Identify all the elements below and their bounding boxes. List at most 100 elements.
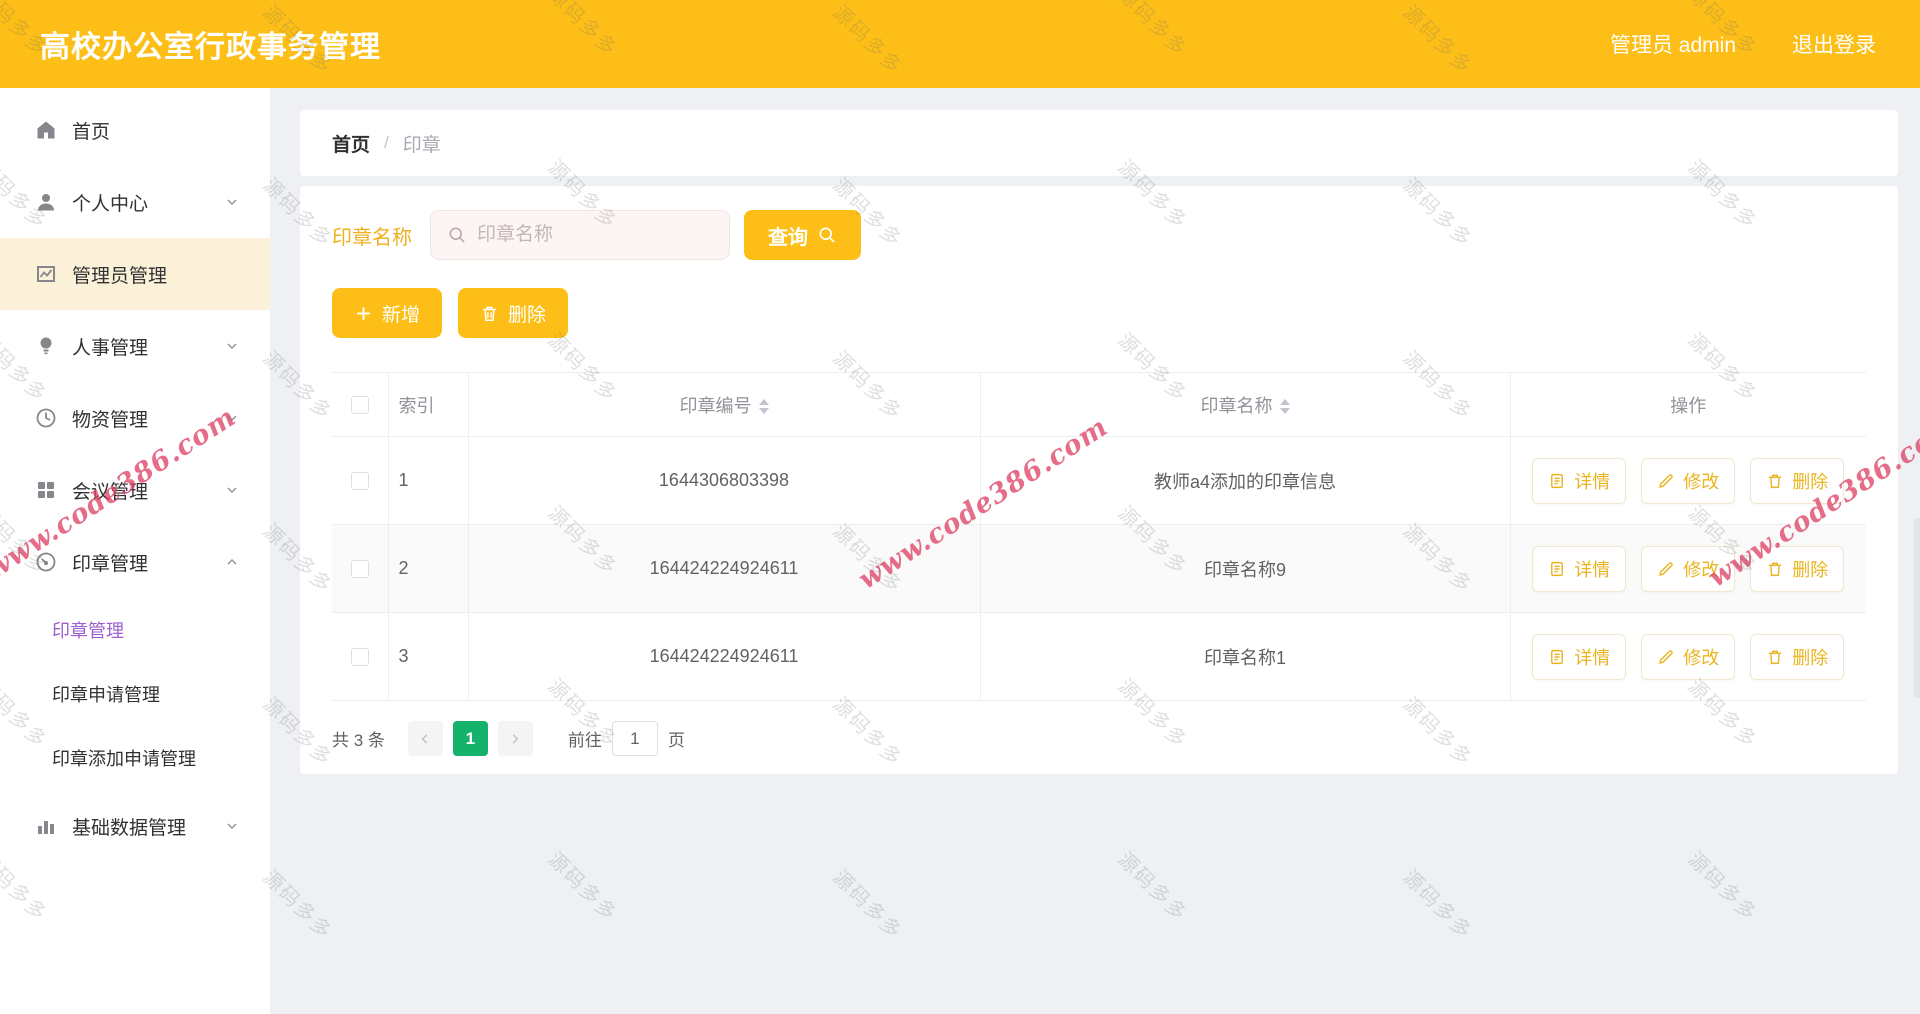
edit-button[interactable]: 修改: [1641, 545, 1736, 592]
goto-suffix-label: 页: [667, 731, 685, 750]
sidebar-item-seal-management[interactable]: 印章管理: [0, 526, 270, 598]
seal-name-search-box: [430, 210, 730, 260]
search-icon: [449, 227, 465, 243]
current-user-label: 管理员 admin: [1609, 34, 1736, 57]
clock-icon: [36, 408, 56, 428]
cell-operations: 详情 修改 删除: [1510, 436, 1866, 525]
prev-page-button[interactable]: [407, 721, 443, 756]
sidebar-item-personal-center[interactable]: 个人中心: [0, 166, 270, 238]
pagination: 共 3 条 1 前往 页: [332, 721, 1866, 756]
edit-button[interactable]: 修改: [1641, 457, 1736, 504]
goto-page-input[interactable]: [611, 721, 658, 756]
sidebar-item-meeting-management[interactable]: 会议管理: [0, 454, 270, 526]
document-icon: [1551, 649, 1564, 664]
sidebar-subitem-seal-apply-management[interactable]: 印章申请管理: [0, 662, 270, 726]
chevron-down-icon: [227, 199, 237, 206]
document-icon: [1551, 561, 1564, 576]
col-header-seal-name[interactable]: 印章名称: [980, 372, 1511, 437]
delete-button[interactable]: 删除: [458, 288, 569, 338]
sidebar-item-label: 首页: [72, 121, 111, 143]
query-button[interactable]: 查询: [744, 210, 861, 260]
cell-index: 1: [388, 436, 469, 525]
cell-seal-name: 印章名称9: [980, 524, 1511, 613]
scrollbar-thumb[interactable]: [1914, 518, 1920, 698]
sidebar-subitem-seal-management[interactable]: 印章管理: [0, 598, 270, 662]
user-icon: [38, 194, 54, 211]
pagination-total: 共 3 条: [332, 731, 385, 750]
trash-icon: [1769, 474, 1782, 488]
seal-table: 索引 印章编号 印章名称 操作 1 1644306803398 教师a4添加的印…: [332, 372, 1866, 701]
sidebar-item-basic-data-management[interactable]: 基础数据管理: [0, 790, 270, 862]
sidebar-item-admin-management[interactable]: 管理员管理: [0, 238, 270, 310]
delete-row-button[interactable]: 删除: [1750, 457, 1845, 504]
search-field-label: 印章名称: [332, 226, 412, 249]
seal-name-search-input[interactable]: [477, 224, 713, 246]
col-header-operations: 操作: [1510, 372, 1866, 437]
table-row: 2 164424224924611 印章名称9 详情 修改 删除: [332, 524, 1866, 613]
app-header: 高校办公室行政事务管理 管理员 admin 退出登录: [0, 0, 1920, 88]
col-header-seal-no[interactable]: 印章编号: [468, 372, 981, 437]
next-page-button[interactable]: [497, 721, 533, 756]
row-checkbox[interactable]: [350, 648, 369, 667]
row-checkbox[interactable]: [350, 472, 369, 491]
bars-icon: [38, 821, 54, 834]
breadcrumb-current: 印章: [402, 134, 441, 156]
sidebar-item-home[interactable]: 首页: [0, 94, 270, 166]
breadcrumb-home[interactable]: 首页: [332, 130, 370, 157]
sidebar: 首页 个人中心 管理员管理 人事管理 物资管理 会议管理 印章管理 印章管理 印…: [0, 88, 270, 1014]
sidebar-item-material-management[interactable]: 物资管理: [0, 382, 270, 454]
home-icon: [37, 121, 55, 139]
table-row: 1 1644306803398 教师a4添加的印章信息 详情 修改 删除: [332, 436, 1866, 525]
sidebar-item-label: 印章管理: [72, 553, 149, 575]
pencil-icon: [1659, 649, 1674, 664]
detail-button[interactable]: 详情: [1532, 457, 1627, 504]
chevron-down-icon: [227, 343, 237, 350]
sidebar-item-label: 个人中心: [72, 193, 149, 215]
trash-icon: [1769, 562, 1782, 576]
row-checkbox[interactable]: [350, 560, 369, 579]
delete-row-button[interactable]: 删除: [1750, 633, 1845, 680]
detail-button[interactable]: 详情: [1532, 545, 1627, 592]
grid-icon: [38, 482, 54, 498]
cell-seal-no: 164424224924611: [468, 524, 981, 613]
cell-seal-no: 1644306803398: [468, 436, 981, 525]
sidebar-item-label: 物资管理: [72, 409, 149, 431]
bulb-icon: [40, 337, 52, 355]
sidebar-item-label: 管理员管理: [72, 265, 168, 287]
sidebar-item-label: 人事管理: [72, 337, 149, 359]
logout-link[interactable]: 退出登录: [1792, 29, 1876, 59]
plus-icon: [357, 306, 370, 320]
chevron-down-icon: [227, 823, 237, 830]
delete-row-button[interactable]: 删除: [1750, 545, 1845, 592]
cell-seal-name: 教师a4添加的印章信息: [980, 436, 1511, 525]
chevron-left-icon: [422, 733, 428, 744]
table-header-row: 索引 印章编号 印章名称 操作: [332, 372, 1866, 437]
table-row: 3 164424224924611 印章名称1 详情 修改 删除: [332, 612, 1866, 701]
pencil-icon: [1659, 561, 1674, 576]
app-title: 高校办公室行政事务管理: [40, 31, 381, 64]
chevron-right-icon: [513, 733, 519, 744]
detail-button[interactable]: 详情: [1532, 633, 1627, 680]
gauge-icon: [36, 552, 56, 572]
page-number-button[interactable]: 1: [452, 721, 488, 756]
col-header-index: 索引: [388, 372, 469, 437]
breadcrumb-separator: /: [384, 133, 389, 152]
sidebar-subitem-seal-add-apply-management[interactable]: 印章添加申请管理: [0, 726, 270, 790]
select-all-checkbox[interactable]: [350, 396, 369, 415]
trash-icon: [1769, 650, 1782, 664]
sort-caret-icon[interactable]: [1279, 399, 1290, 415]
chart-icon: [37, 266, 55, 282]
goto-prefix-label: 前往: [567, 731, 602, 750]
sort-caret-icon[interactable]: [758, 399, 769, 415]
edit-button[interactable]: 修改: [1641, 633, 1736, 680]
sidebar-item-hr-management[interactable]: 人事管理: [0, 310, 270, 382]
trash-icon: [483, 306, 496, 321]
add-button[interactable]: 新增: [332, 288, 443, 338]
main-content: 首页 / 印章 印章名称 查询 新增: [270, 88, 1920, 1014]
breadcrumb: 首页 / 印章: [300, 110, 1898, 176]
cell-index: 3: [388, 612, 469, 701]
cell-index: 2: [388, 524, 469, 613]
cell-operations: 详情 修改 删除: [1510, 524, 1866, 613]
document-icon: [1551, 473, 1564, 488]
cell-seal-no: 164424224924611: [468, 612, 981, 701]
